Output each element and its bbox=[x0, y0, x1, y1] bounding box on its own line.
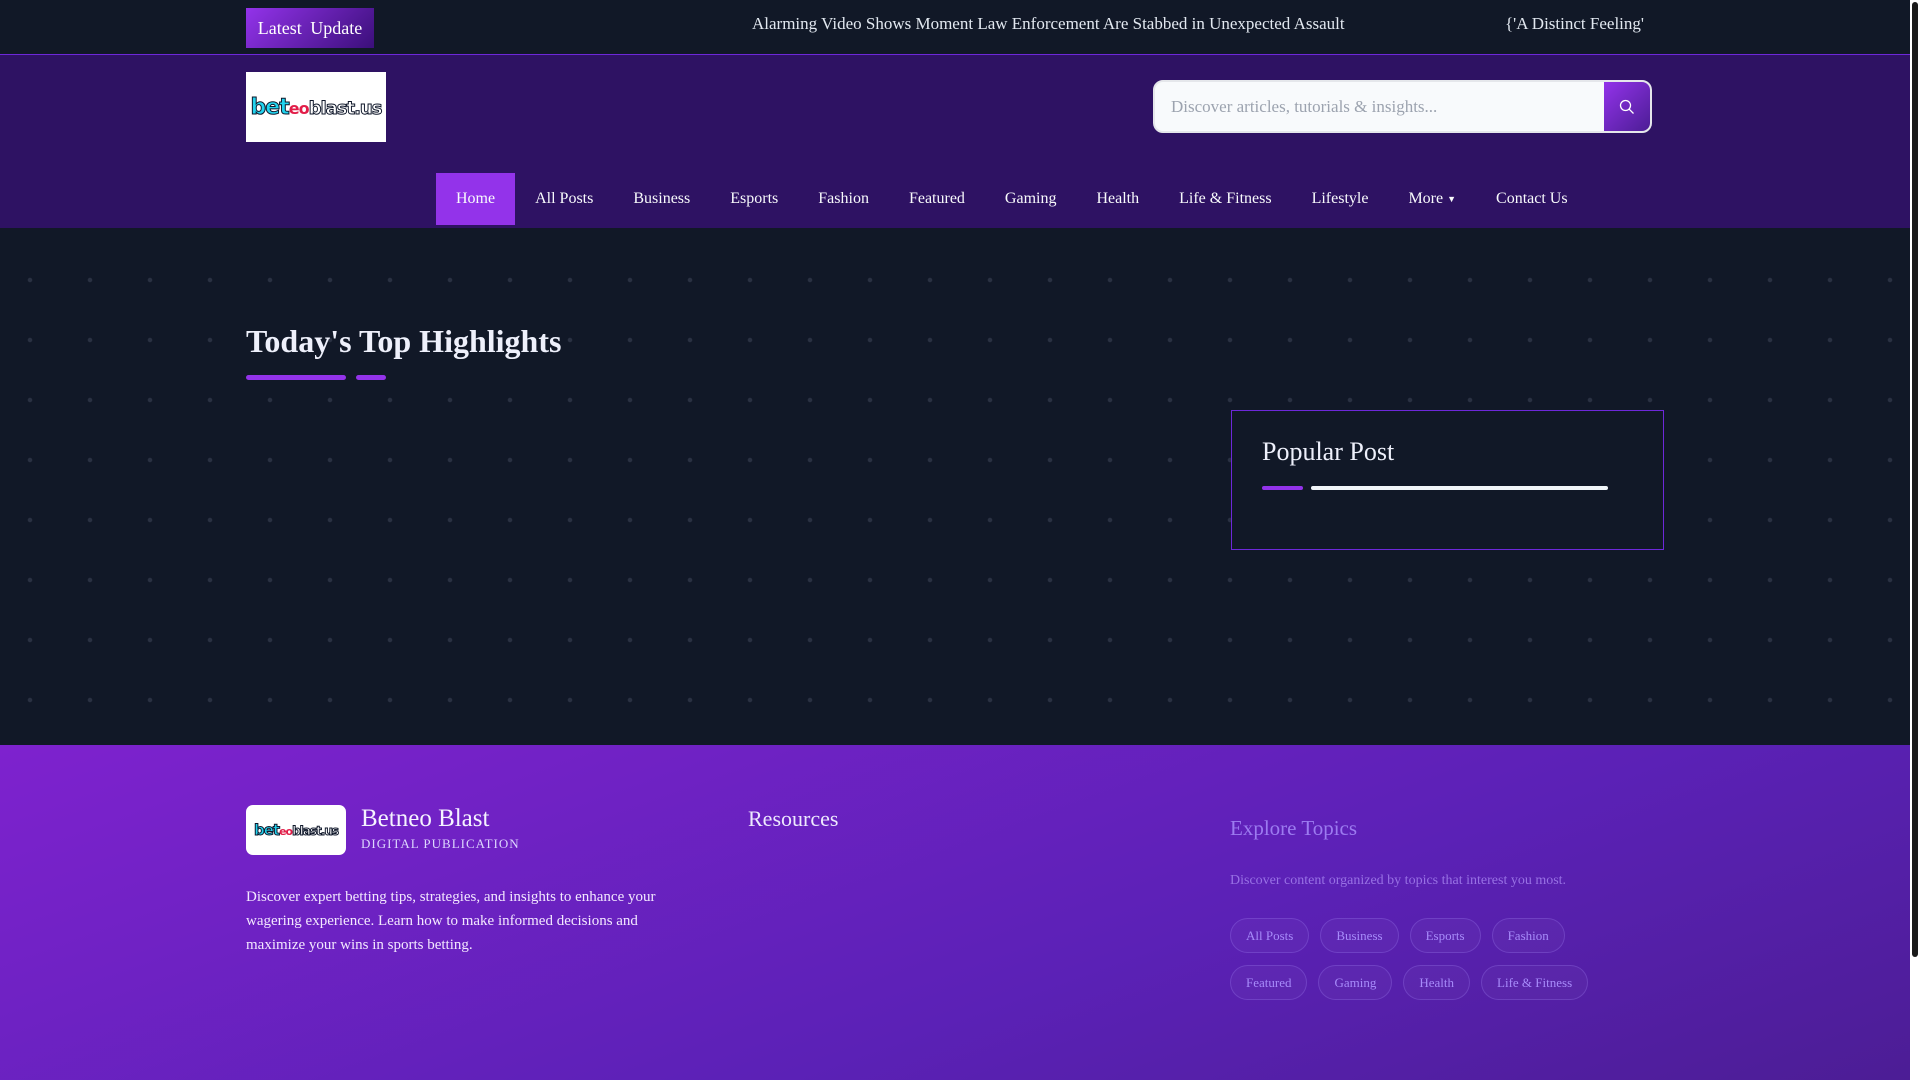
nav-home[interactable]: Home bbox=[436, 173, 516, 225]
page: Latest Update Alarming Video Shows Momen… bbox=[0, 0, 1910, 1080]
main-nav: Home All Posts Business Esports Fashion … bbox=[436, 173, 1588, 228]
page-scrollbar[interactable] bbox=[1910, 0, 1920, 1080]
site-footer: beteoblast.us Betneo Blast DIGITAL PUBLI… bbox=[0, 745, 1910, 1080]
nav-all-posts[interactable]: All Posts bbox=[515, 173, 613, 225]
topic-chip-all-posts[interactable]: All Posts bbox=[1230, 918, 1310, 953]
site-logo[interactable]: beteoblast.us bbox=[246, 72, 386, 142]
widget-underline-accent bbox=[1262, 486, 1303, 490]
nav-featured[interactable]: Featured bbox=[889, 173, 985, 225]
title-underline-accent bbox=[356, 375, 386, 380]
ticker-item[interactable]: Alarming Video Shows Moment Law Enforcem… bbox=[752, 14, 1345, 34]
topic-chip-featured[interactable]: Featured bbox=[1230, 965, 1308, 1000]
popular-post-widget: Popular Post bbox=[1231, 410, 1664, 550]
popular-post-title: Popular Post bbox=[1262, 437, 1395, 466]
section-title: Today's Top Highlights bbox=[246, 323, 562, 359]
search-input[interactable] bbox=[1155, 82, 1607, 131]
main-content: Today's Top Highlights Popular Post bbox=[0, 228, 1910, 745]
topic-chip-esports[interactable]: Esports bbox=[1409, 918, 1481, 953]
footer-description: Discover expert betting tips, strategies… bbox=[246, 889, 656, 953]
explore-topics-heading: Explore Topics bbox=[1230, 816, 1358, 840]
resources-heading: Resources bbox=[748, 806, 839, 831]
nav-gaming[interactable]: Gaming bbox=[985, 173, 1077, 225]
title-underline bbox=[246, 375, 346, 380]
ticker-item[interactable]: {'A Distinct Feeling' bbox=[1505, 14, 1644, 34]
nav-lifestyle[interactable]: Lifestyle bbox=[1292, 173, 1389, 225]
nav-contact-us[interactable]: Contact Us bbox=[1476, 173, 1588, 225]
caret-down-icon: ▼ bbox=[1447, 194, 1457, 204]
nav-health[interactable]: Health bbox=[1076, 173, 1159, 225]
widget-underline bbox=[1311, 486, 1608, 490]
footer-logo[interactable]: beteoblast.us bbox=[246, 805, 346, 855]
logo-image: beteoblast.us bbox=[250, 94, 383, 120]
nav-fashion[interactable]: Fashion bbox=[798, 173, 889, 225]
search-icon bbox=[1619, 99, 1634, 114]
footer-tagline: DIGITAL PUBLICATION bbox=[361, 836, 520, 851]
topic-chip-business[interactable]: Business bbox=[1320, 918, 1399, 953]
topic-chip-life-fitness[interactable]: Life & Fitness bbox=[1481, 965, 1589, 1000]
scrollbar-thumb[interactable] bbox=[1912, 2, 1918, 957]
explore-topics-description: Discover content organized by topics tha… bbox=[1230, 873, 1567, 888]
top-bar: Latest Update Alarming Video Shows Momen… bbox=[0, 0, 1910, 55]
logo-image: beteoblast.us bbox=[253, 821, 339, 840]
nav-more[interactable]: More ▼ bbox=[1388, 173, 1476, 225]
nav-esports[interactable]: Esports bbox=[710, 173, 798, 225]
topic-chip-fashion[interactable]: Fashion bbox=[1491, 918, 1565, 953]
topic-chip-health[interactable]: Health bbox=[1403, 965, 1471, 1000]
latest-update-badge: Latest Update bbox=[246, 8, 374, 48]
search-button[interactable] bbox=[1604, 82, 1650, 131]
footer-brand-name: Betneo Blast bbox=[361, 805, 490, 832]
topic-chip-gaming[interactable]: Gaming bbox=[1318, 965, 1393, 1000]
nav-life-fitness[interactable]: Life & Fitness bbox=[1159, 173, 1291, 225]
site-header: beteoblast.us Home All Posts Business Es… bbox=[0, 55, 1910, 228]
topic-chips: All Posts Business Esports Fashion Featu… bbox=[1230, 918, 1650, 1000]
nav-business[interactable]: Business bbox=[613, 173, 710, 225]
nav-more-label: More bbox=[1408, 190, 1444, 207]
search-box bbox=[1153, 80, 1652, 133]
